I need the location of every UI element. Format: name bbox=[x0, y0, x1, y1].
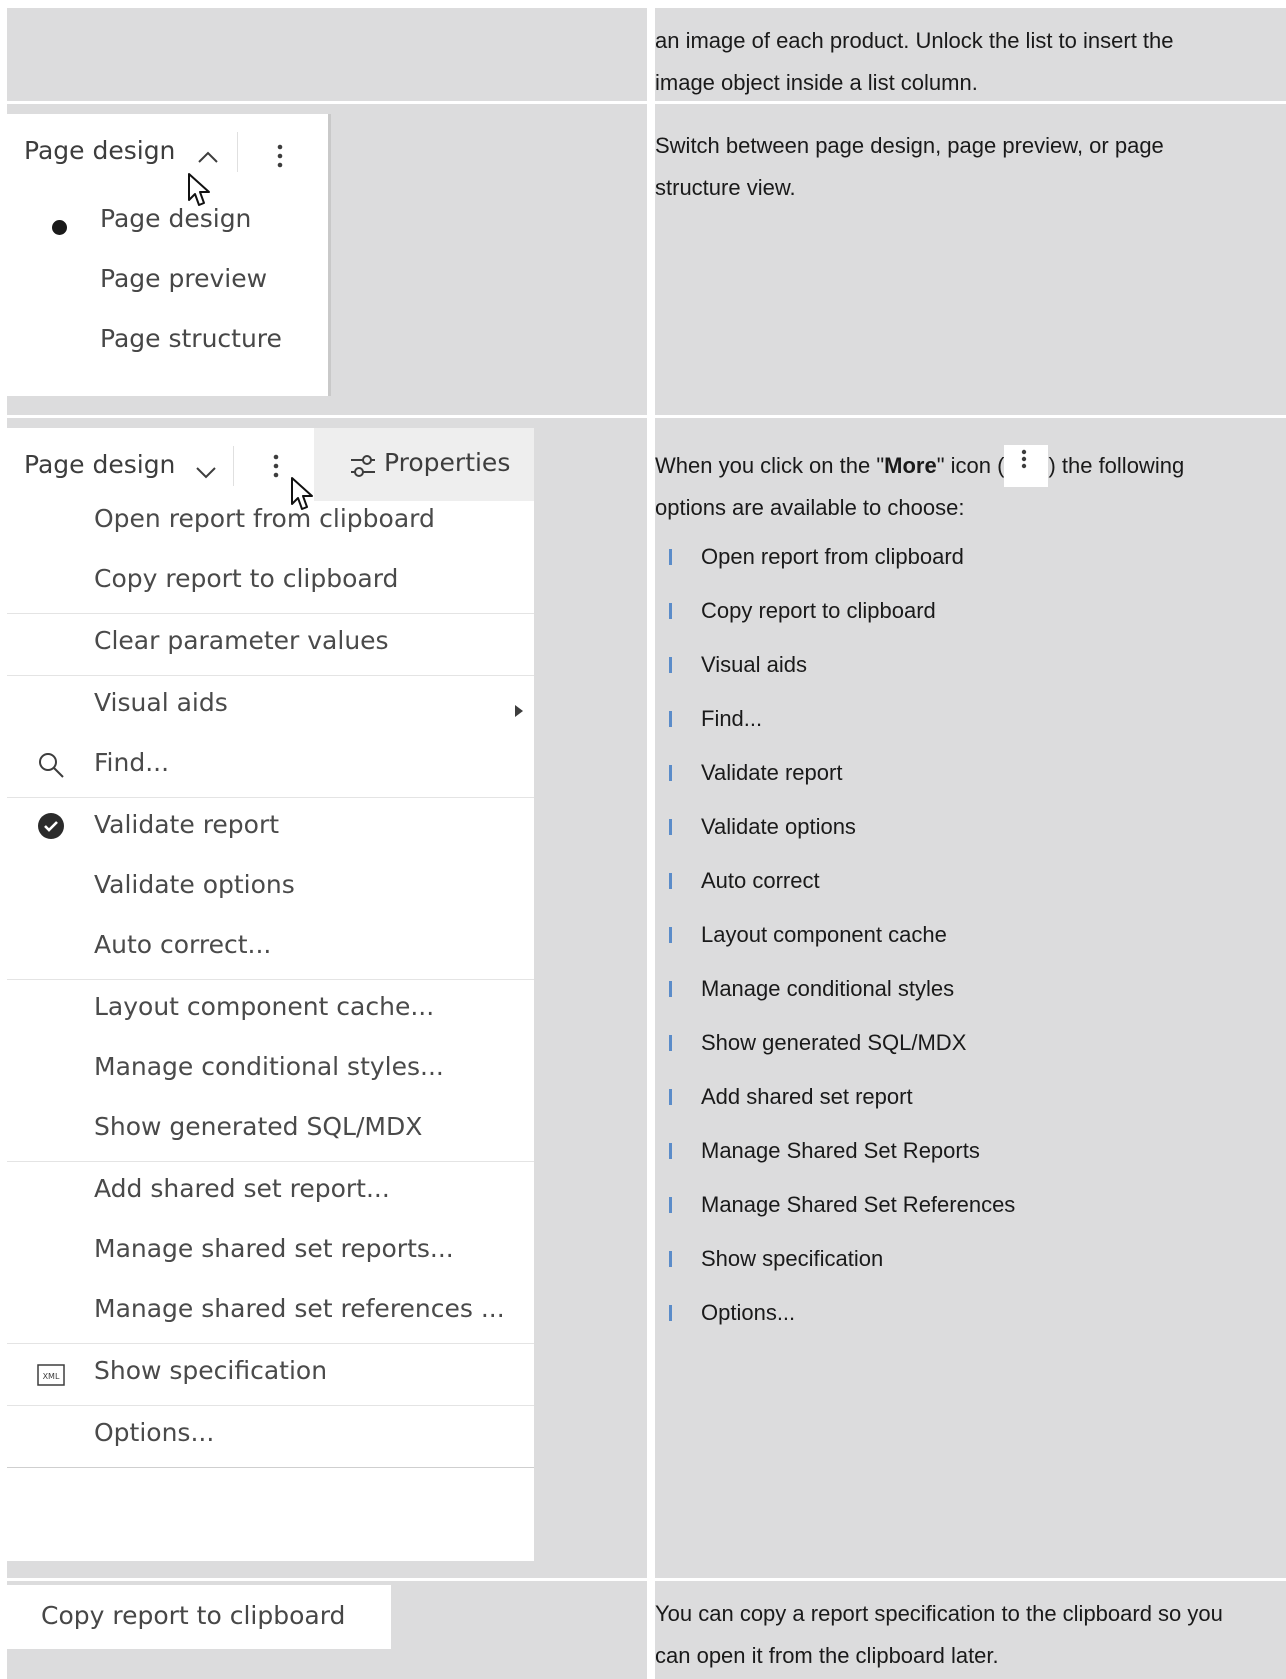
menu-item-validate-report[interactable]: Validate report bbox=[94, 810, 279, 839]
overflow-menu-vertical-icon[interactable] bbox=[277, 144, 283, 168]
header-divider bbox=[237, 132, 238, 172]
description-line: image object inside a list column. bbox=[655, 70, 978, 95]
selected-indicator bbox=[52, 220, 67, 235]
menu-item-validate-options[interactable]: Validate options bbox=[94, 870, 295, 899]
page-view-menu: Page design Page design Page preview Pag… bbox=[7, 114, 331, 396]
description-line: Switch between page design, page preview… bbox=[655, 133, 1164, 158]
menu-bottom-border bbox=[7, 1467, 534, 1468]
menu-divider bbox=[7, 675, 534, 676]
chevron-down-icon[interactable] bbox=[195, 466, 217, 480]
menu-divider bbox=[7, 1343, 534, 1344]
menu-item-auto-correct[interactable]: Auto correct... bbox=[94, 930, 271, 959]
menu-item-options[interactable]: Options... bbox=[94, 1418, 214, 1447]
menu-item-clear-parameter-values[interactable]: Clear parameter values bbox=[94, 626, 389, 655]
page-view-selector[interactable]: Page design bbox=[24, 450, 175, 479]
caret-right-icon bbox=[515, 705, 523, 717]
menu-item-open-report-from-clipboard[interactable]: Open report from clipboard bbox=[94, 504, 435, 533]
intro-text: When you click on the " bbox=[655, 453, 885, 478]
overflow-menu-vertical-icon[interactable] bbox=[273, 454, 279, 478]
description-line: You can copy a report specification to t… bbox=[655, 1601, 1223, 1626]
menu-item-manage-conditional-styles[interactable]: Manage conditional styles... bbox=[94, 1052, 444, 1081]
column-divider bbox=[647, 1581, 655, 1679]
page-view-selector[interactable]: Page design bbox=[24, 136, 175, 165]
menu-item-page-preview[interactable]: Page preview bbox=[100, 264, 267, 293]
row-page-view-switch: Page design Page design Page preview Pag… bbox=[7, 104, 1286, 415]
description-line: structure view. bbox=[655, 175, 796, 200]
row3-right-cell: When you click on the "More" icon ( ) the… bbox=[655, 418, 1286, 1578]
row4-right-cell: You can copy a report specification to t… bbox=[655, 1581, 1286, 1679]
column-divider bbox=[647, 104, 655, 415]
menu-item-page-design[interactable]: Page design bbox=[100, 204, 251, 233]
menu-item-show-specification[interactable]: Show specification bbox=[94, 1356, 327, 1385]
menu-divider bbox=[7, 613, 534, 614]
menu-divider bbox=[7, 979, 534, 980]
menu-item-page-structure[interactable]: Page structure bbox=[100, 324, 282, 353]
search-icon bbox=[39, 753, 64, 778]
intro-bold-text: More bbox=[884, 453, 937, 478]
menu-item-visual-aids[interactable]: Visual aids bbox=[94, 688, 228, 717]
description-line: can open it from the clipboard later. bbox=[655, 1643, 999, 1668]
properties-label: Properties bbox=[384, 448, 511, 477]
menu-item-add-shared-set-report[interactable]: Add shared set report... bbox=[94, 1174, 390, 1203]
xml-icon: XML bbox=[37, 1364, 65, 1386]
column-divider bbox=[647, 418, 655, 1578]
properties-button[interactable]: Properties bbox=[314, 428, 534, 501]
copy-report-label: Copy report to clipboard bbox=[41, 1601, 346, 1630]
row-more-menu: Page design Properties Open report from … bbox=[7, 418, 1286, 1578]
overflow-menu-vertical-icon bbox=[1022, 449, 1027, 469]
menu-divider bbox=[7, 797, 534, 798]
row4-left-cell: Copy report to clipboard bbox=[7, 1581, 647, 1679]
toolbar-divider bbox=[233, 446, 234, 486]
settings-adjust-icon bbox=[351, 455, 375, 477]
column-divider bbox=[647, 8, 655, 101]
row2-right-cell: Switch between page design, page preview… bbox=[655, 104, 1286, 415]
menu-divider bbox=[7, 1405, 534, 1406]
row-copy-report: Copy report to clipboard You can copy a … bbox=[7, 1581, 1286, 1679]
row-image-object: an image of each product. Unlock the lis… bbox=[7, 8, 1286, 101]
more-icon-inline bbox=[1004, 445, 1049, 487]
row1-left-cell bbox=[7, 8, 647, 101]
more-options-menu: Page design Properties Open report from … bbox=[7, 428, 534, 1561]
page-view-header: Page design bbox=[7, 114, 328, 206]
description-line: an image of each product. Unlock the lis… bbox=[655, 28, 1174, 53]
menu-item-show-generated-sql-mdx[interactable]: Show generated SQL/MDX bbox=[94, 1112, 422, 1141]
menu-item-manage-shared-set-references[interactable]: Manage shared set references ... bbox=[94, 1294, 505, 1323]
row1-right-cell: an image of each product. Unlock the lis… bbox=[655, 8, 1286, 101]
menu-item-layout-component-cache[interactable]: Layout component cache... bbox=[94, 992, 434, 1021]
copy-report-button[interactable]: Copy report to clipboard bbox=[7, 1585, 391, 1649]
intro-line: When you click on the "More" icon ( ) the… bbox=[655, 445, 1276, 487]
menu-item-copy-report-to-clipboard[interactable]: Copy report to clipboard bbox=[94, 564, 398, 593]
chevron-up-icon[interactable] bbox=[197, 150, 219, 164]
menu-item-find[interactable]: Find... bbox=[94, 748, 169, 777]
row3-left-cell: Page design Properties Open report from … bbox=[7, 418, 647, 1578]
row2-left-cell: Page design Page design Page preview Pag… bbox=[7, 104, 647, 415]
intro-text: " icon ( bbox=[936, 453, 1005, 478]
svg-text:XML: XML bbox=[43, 1372, 60, 1381]
intro-line-2: options are available to choose: bbox=[655, 495, 965, 520]
toolbar: Page design Properties bbox=[7, 428, 534, 510]
menu-divider bbox=[7, 1161, 534, 1162]
intro-text: ) the following bbox=[1048, 453, 1185, 478]
checkmark-filled-icon bbox=[38, 813, 64, 839]
menu-item-manage-shared-set-reports[interactable]: Manage shared set reports... bbox=[94, 1234, 454, 1263]
